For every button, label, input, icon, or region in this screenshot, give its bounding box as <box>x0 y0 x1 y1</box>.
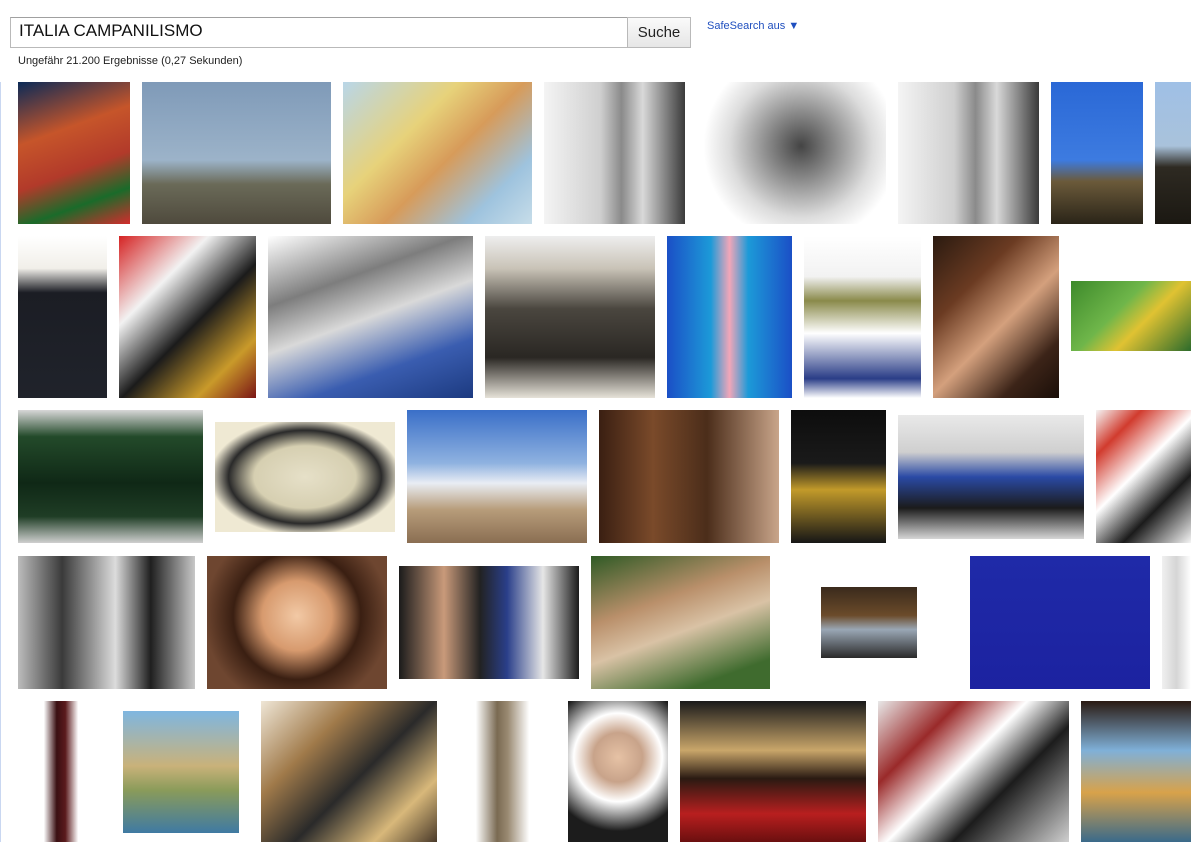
image-result[interactable] <box>933 236 1059 398</box>
image-result[interactable] <box>142 82 331 224</box>
image-result[interactable] <box>123 711 239 833</box>
image-result[interactable] <box>1071 281 1191 351</box>
image-result[interactable] <box>18 236 107 398</box>
image-result[interactable] <box>804 236 921 398</box>
search-input[interactable]: ITALIA CAMPANILISMO <box>10 17 628 48</box>
image-result[interactable] <box>568 701 668 842</box>
image-result[interactable] <box>791 410 886 543</box>
image-result[interactable] <box>18 82 130 224</box>
image-result[interactable] <box>544 82 685 224</box>
image-result[interactable] <box>1081 701 1191 842</box>
image-result[interactable] <box>407 410 587 543</box>
result-stats: Ungefähr 21.200 Ergebnisse (0,27 Sekunde… <box>18 55 243 67</box>
image-result[interactable] <box>18 410 203 543</box>
safesearch-toggle[interactable]: SafeSearch aus ▼ <box>707 20 799 32</box>
image-result[interactable] <box>1096 410 1191 543</box>
image-result[interactable] <box>399 566 579 679</box>
image-result[interactable] <box>878 701 1069 842</box>
image-result[interactable] <box>697 82 886 224</box>
image-result[interactable] <box>591 556 770 689</box>
image-result[interactable] <box>268 236 473 398</box>
image-result[interactable] <box>1051 82 1143 224</box>
image-result[interactable] <box>207 556 387 689</box>
image-result[interactable] <box>119 236 256 398</box>
image-result[interactable] <box>215 422 395 532</box>
image-result[interactable] <box>1155 82 1191 224</box>
image-result[interactable] <box>898 82 1039 224</box>
image-result[interactable] <box>18 556 195 689</box>
image-result[interactable] <box>449 701 556 842</box>
image-result[interactable] <box>343 82 532 224</box>
image-result[interactable] <box>261 701 437 842</box>
divider <box>0 82 1 842</box>
image-result[interactable] <box>898 415 1084 539</box>
image-result[interactable] <box>680 701 866 842</box>
image-result[interactable] <box>970 556 1150 689</box>
image-result[interactable] <box>821 587 917 658</box>
image-result[interactable] <box>599 410 779 543</box>
image-result[interactable] <box>18 701 104 842</box>
image-result[interactable] <box>1162 556 1191 689</box>
search-button[interactable]: Suche <box>627 17 691 48</box>
image-result[interactable] <box>485 236 655 398</box>
image-result[interactable] <box>667 236 792 398</box>
